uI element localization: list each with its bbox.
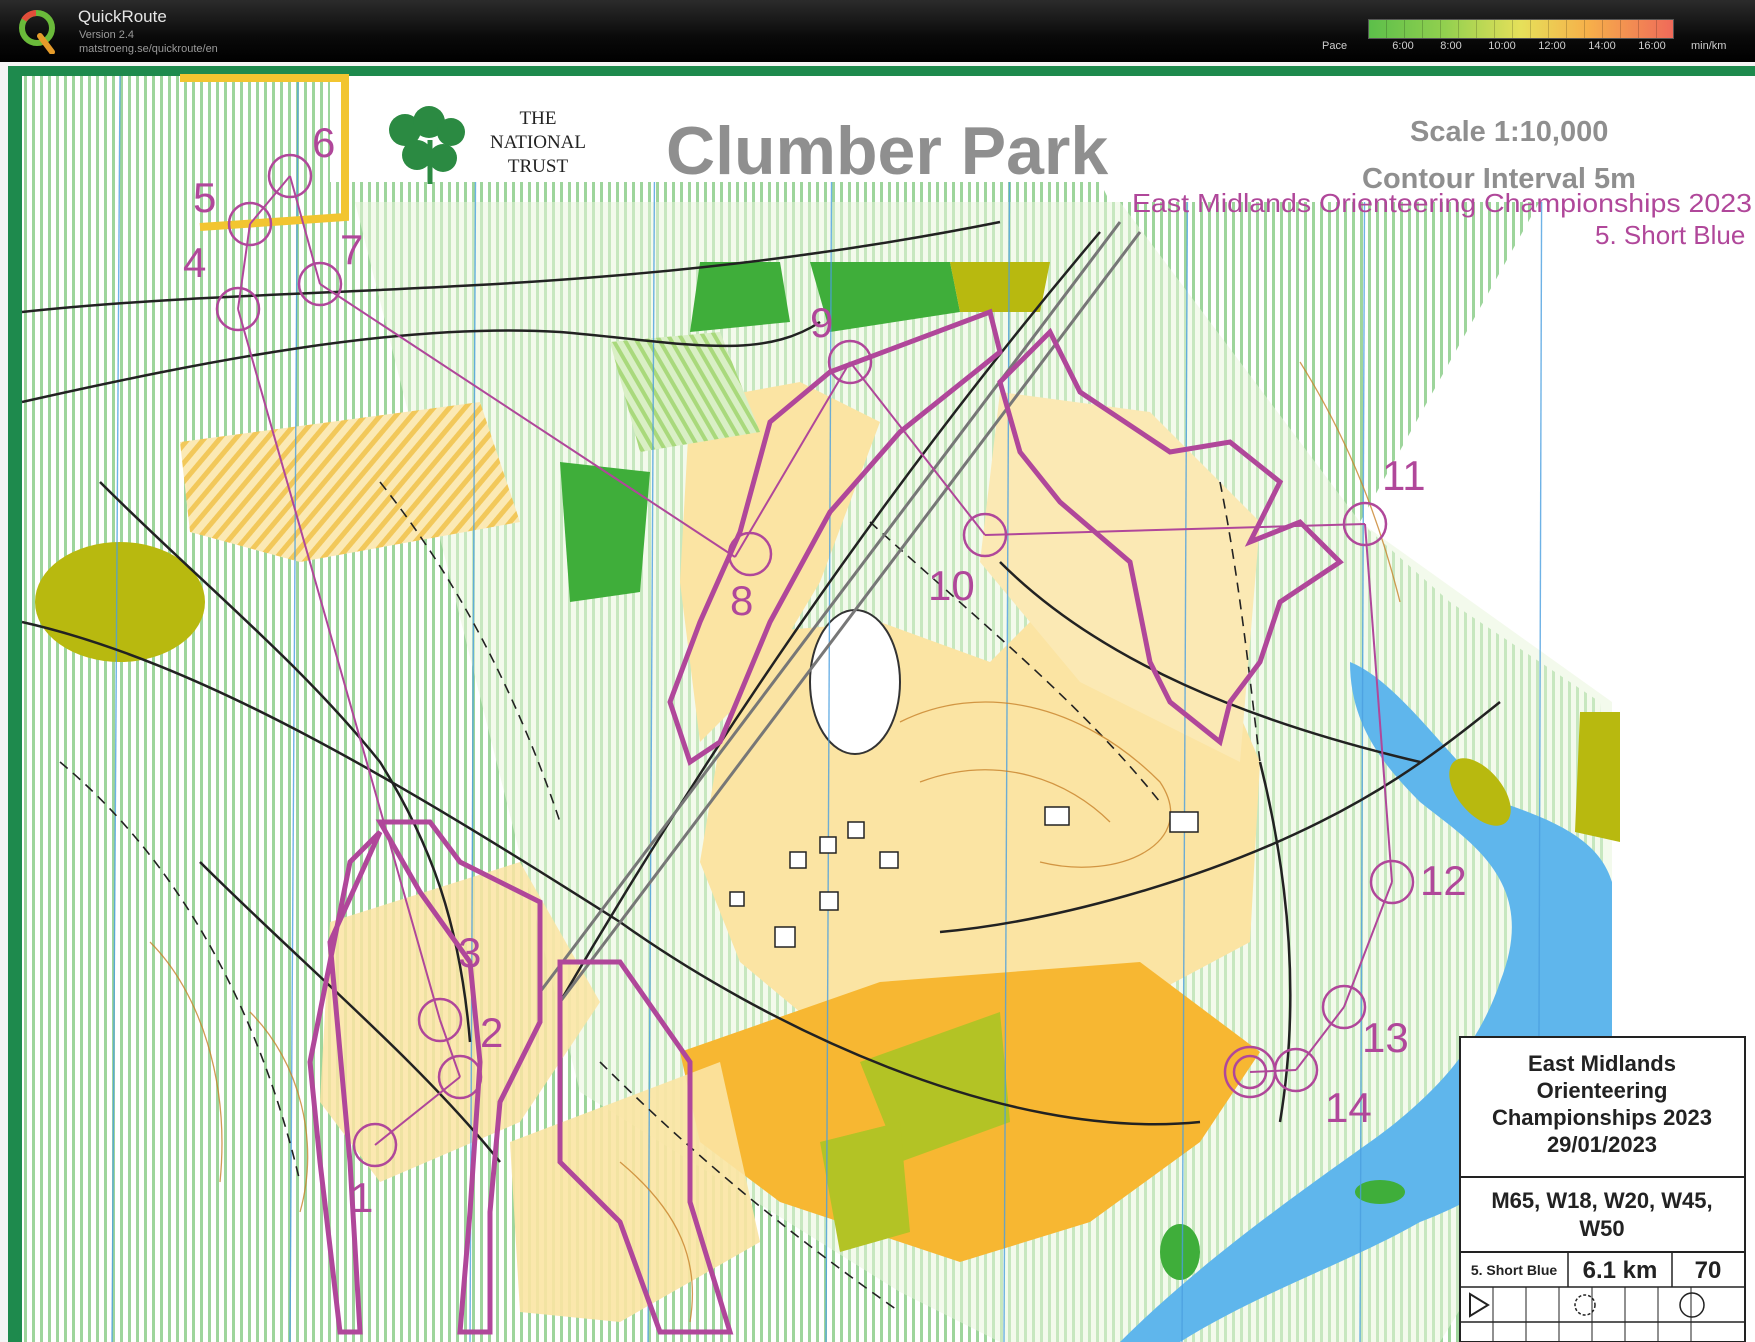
- map-title: Clumber Park: [666, 113, 1108, 189]
- quickroute-logo-icon: [19, 10, 55, 54]
- pace-ticks: 6:00 8:00 10:00 12:00 14:00 16:00: [1368, 40, 1672, 54]
- control-number: 1: [350, 1174, 373, 1221]
- pace-tick: 10:00: [1488, 40, 1516, 52]
- control-number: 4: [183, 239, 206, 286]
- course-title: 5. Short Blue: [1595, 220, 1745, 250]
- info-event-line: Orienteering: [1537, 1078, 1668, 1103]
- app-url[interactable]: matstroeng.se/quickroute/en: [79, 43, 218, 55]
- control-number: 11: [1382, 452, 1426, 499]
- pace-unit: min/km: [1691, 40, 1727, 52]
- control-number: 8: [730, 577, 753, 624]
- info-classes: M65, W18, W20, W45,: [1491, 1188, 1712, 1213]
- info-event-line: East Midlands: [1528, 1051, 1676, 1076]
- pace-tick: 14:00: [1588, 40, 1616, 52]
- control-number: 9: [810, 299, 833, 346]
- pace-tick: 12:00: [1538, 40, 1566, 52]
- control-number: 14: [1325, 1084, 1372, 1131]
- control-number: 13: [1362, 1014, 1409, 1061]
- map-border-left: [8, 66, 22, 1342]
- info-event-line: Championships 2023: [1492, 1105, 1712, 1130]
- control-number: 6: [312, 119, 335, 166]
- info-course-name: 5. Short Blue: [1471, 1262, 1558, 1278]
- control-number: 10: [928, 562, 975, 609]
- logo-text-line: THE: [520, 108, 557, 129]
- control-number: 2: [480, 1009, 503, 1056]
- pace-tick: 6:00: [1392, 40, 1414, 52]
- info-event-date: 29/01/2023: [1547, 1132, 1657, 1157]
- map-canvas[interactable]: THE NATIONAL TRUST Clumber Park Scale 1:…: [0, 62, 1755, 1342]
- logo-text-line: NATIONAL: [490, 132, 586, 153]
- dense-forest-block: [560, 462, 650, 602]
- pace-label: Pace: [1322, 40, 1348, 52]
- pace-tick: 16:00: [1638, 40, 1666, 52]
- top-app-bar: QuickRoute Version 2.4 matstroeng.se/qui…: [0, 0, 1755, 62]
- control-number: 12: [1420, 857, 1467, 904]
- orienteering-map[interactable]: THE NATIONAL TRUST Clumber Park Scale 1:…: [0, 62, 1755, 1342]
- control-number: 7: [340, 226, 363, 273]
- logo-text-line: TRUST: [508, 156, 569, 177]
- pace-tick: 8:00: [1440, 40, 1462, 52]
- info-climb: 70: [1695, 1257, 1722, 1284]
- quickroute-window: QuickRoute Version 2.4 matstroeng.se/qui…: [0, 0, 1755, 1342]
- pace-color-scale: [1368, 19, 1674, 39]
- map-scale: Scale 1:10,000: [1410, 116, 1608, 148]
- app-title: QuickRoute: [78, 7, 167, 26]
- control-number: 5: [193, 174, 216, 221]
- control-number: 3: [458, 929, 481, 976]
- event-title: East Midlands Orienteering Championships…: [1132, 188, 1752, 218]
- course-info-box: East Midlands Orienteering Championships…: [1459, 1036, 1746, 1342]
- clearing: [809, 609, 901, 755]
- info-classes: W50: [1579, 1216, 1624, 1241]
- app-version: Version 2.4: [79, 29, 135, 41]
- info-length: 6.1 km: [1583, 1257, 1658, 1284]
